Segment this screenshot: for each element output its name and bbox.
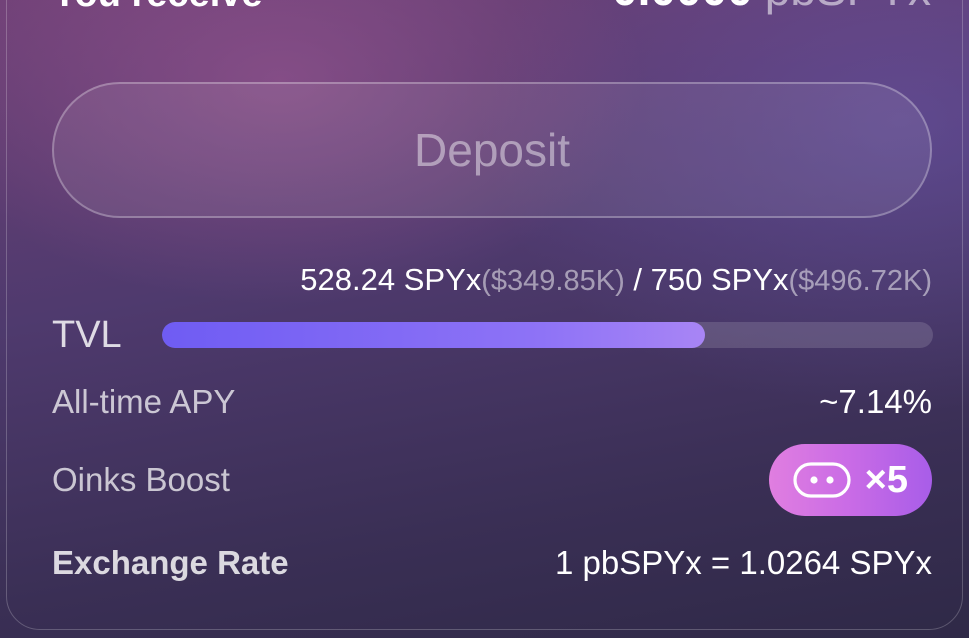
tvl-progress-fill: [162, 322, 705, 348]
oinks-boost-badge[interactable]: ×5: [768, 444, 932, 516]
receive-token: pbSPYx: [765, 0, 931, 15]
you-receive-label: You receive: [52, 0, 263, 16]
tvl-separator: /: [633, 262, 642, 297]
oinks-boost-row: Oinks Boost ×5: [52, 444, 932, 516]
exchange-rate-value: 1 pbSPYx = 1.0264 SPYx: [554, 544, 932, 581]
exchange-rate-row: Exchange Rate 1 pbSPYx = 1.0264 SPYx: [52, 540, 932, 586]
exchange-rate-label: Exchange Rate: [52, 544, 289, 581]
tvl-cap-usd: ($496.72K): [788, 265, 933, 297]
you-receive-value: 0.0000 pbSPYx: [612, 0, 931, 16]
apy-row: All-time APY ~7.14%: [52, 380, 932, 424]
oinks-boost-label: Oinks Boost: [52, 461, 230, 498]
pig-icon: [793, 462, 851, 498]
tvl-values: 528.24 SPYx($349.85K) / 750 SPYx($496.72…: [300, 262, 932, 298]
you-receive-row: You receive 0.0000 pbSPYx: [52, 0, 931, 16]
tvl-cap-amount: 750 SPYx: [650, 262, 789, 297]
apy-label: All-time APY: [52, 383, 236, 420]
tvl-progress-bar: [162, 322, 933, 348]
tvl-current-amount: 528.24 SPYx: [300, 262, 482, 297]
tvl-current-usd: ($349.85K): [481, 265, 625, 297]
deposit-button[interactable]: Deposit: [52, 82, 932, 218]
receive-amount: 0.0000: [612, 0, 753, 15]
apy-value: ~7.14%: [819, 383, 932, 420]
oinks-boost-multiplier: ×5: [864, 458, 908, 501]
tvl-label: TVL: [52, 314, 122, 356]
